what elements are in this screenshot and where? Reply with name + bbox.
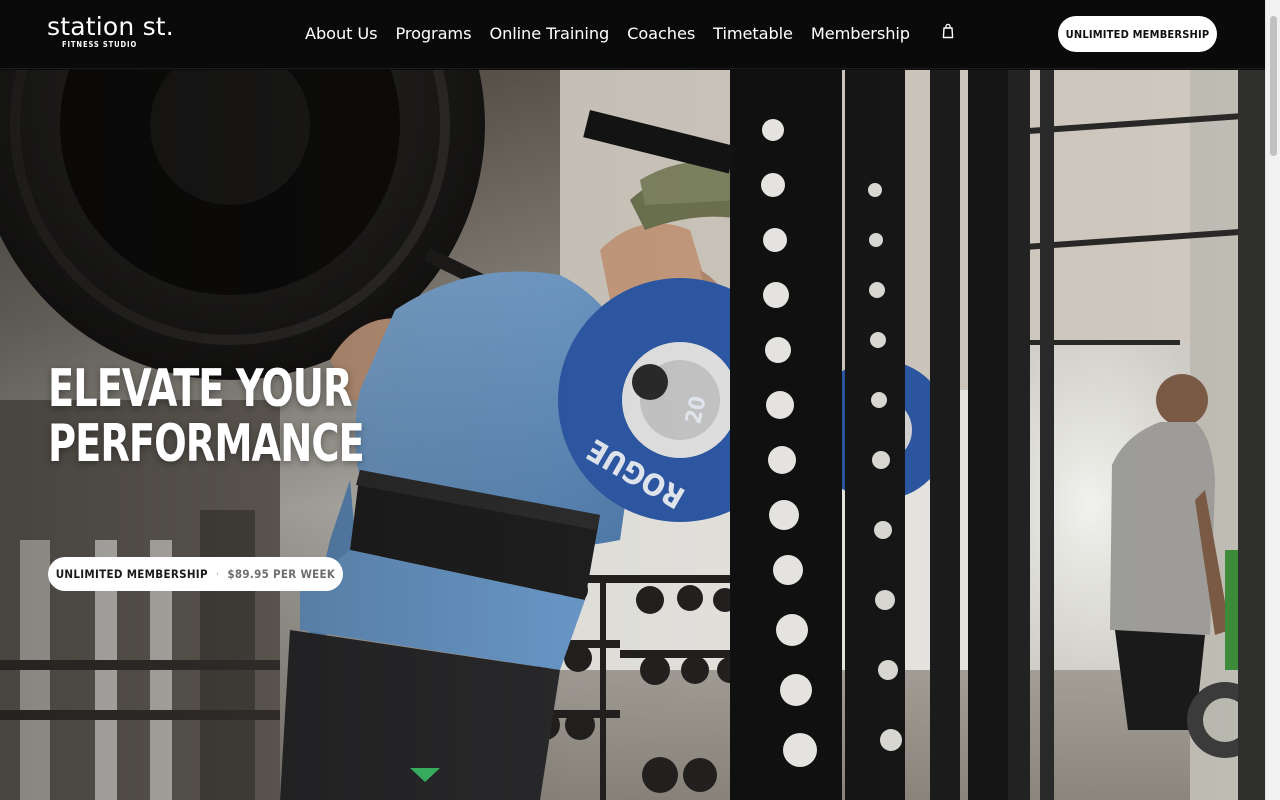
nav-item-programs[interactable]: Programs (396, 24, 472, 43)
nav-item-online-training[interactable]: Online Training (489, 24, 609, 43)
hero-cta-price: $89.95 PER WEEK (227, 567, 336, 581)
hero-title-line-2: PERFORMANCE (48, 414, 365, 474)
main-nav: About Us Programs Online Training Coache… (305, 22, 910, 44)
hero-membership-button[interactable]: UNLIMITED MEMBERSHIP · $89.95 PER WEEK (48, 557, 343, 591)
scrollbar-thumb[interactable] (1270, 16, 1277, 156)
unlimited-membership-button[interactable]: UNLIMITED MEMBERSHIP (1058, 16, 1217, 52)
hero-title-line-1: ELEVATE YOUR (48, 359, 353, 419)
nav-item-about-us[interactable]: About Us (305, 24, 378, 43)
hero-section: 20 ROGUE (0, 70, 1265, 800)
hero-cta-separator: · (215, 567, 220, 581)
nav-item-timetable[interactable]: Timetable (713, 24, 793, 43)
shopping-bag-icon[interactable] (941, 23, 955, 39)
page: station st. FITNESS STUDIO About Us Prog… (0, 0, 1280, 800)
page-scrollbar[interactable] (1265, 0, 1280, 800)
nav-item-membership[interactable]: Membership (811, 24, 910, 43)
nav-item-coaches[interactable]: Coaches (627, 24, 695, 43)
logo-wordmark: station st. (47, 12, 174, 41)
logo[interactable]: station st. FITNESS STUDIO (47, 12, 174, 49)
hero-title: ELEVATE YOUR PERFORMANCE (48, 362, 392, 472)
hero-cta-label: UNLIMITED MEMBERSHIP (55, 567, 208, 581)
site-header: station st. FITNESS STUDIO About Us Prog… (0, 0, 1265, 69)
